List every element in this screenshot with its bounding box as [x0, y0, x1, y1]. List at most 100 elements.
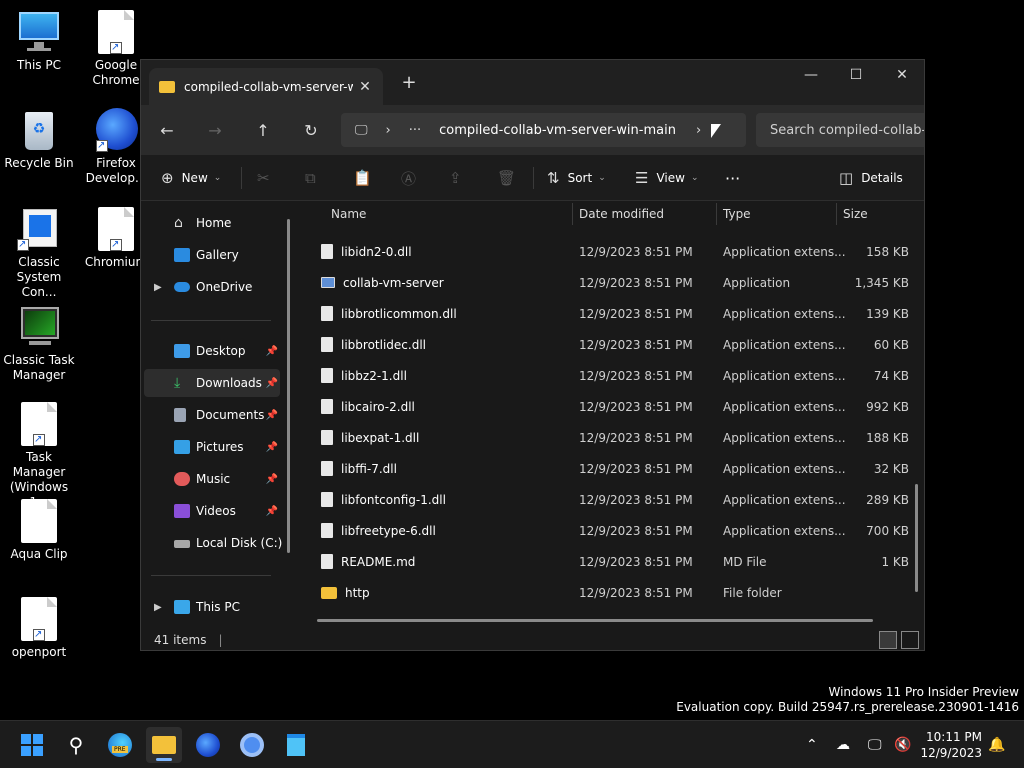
more-options-button[interactable]: ···: [725, 163, 740, 193]
sidebar-item-this-pc[interactable]: ▶ This PC: [144, 593, 280, 621]
table-row[interactable]: libfontconfig-1.dll 12/9/2023 8:51 PM Appl…: [313, 484, 913, 515]
sidebar-item-documents[interactable]: Documents 📌: [144, 401, 280, 429]
horizontal-scrollbar[interactable]: [317, 619, 873, 622]
folder-icon: [152, 736, 176, 754]
clock[interactable]: 10:11 PM 12/9/2023: [916, 729, 982, 761]
sidebar-item-label: Local Disk (C:): [196, 536, 283, 550]
taskbar-edge-beta[interactable]: PRE: [102, 727, 138, 763]
copy-icon[interactable]: ⧉: [305, 163, 316, 193]
table-row[interactable]: libffi-7.dll 12/9/2023 8:51 PM Application…: [313, 453, 913, 484]
file-name-cell: libidn2-0.dll: [321, 236, 412, 267]
address-bar[interactable]: 🖵 › ··· compiled-collab-vm-server-win-ma…: [341, 113, 746, 147]
taskbar-chromium[interactable]: [234, 727, 270, 763]
large-icons-view-toggle-icon[interactable]: [901, 631, 919, 649]
table-row[interactable]: libbrotlicommon.dll 12/9/2023 8:51 PM Appl…: [313, 298, 913, 329]
command-bar: ⊕ New ⌄ ✂ ⧉ 📋 Ⓐ ⇪ 🗑 ⇅ Sort ⌄ ☰ View ⌄ ··…: [141, 155, 924, 201]
display-icon[interactable]: 🖵: [868, 721, 882, 768]
column-divider[interactable]: [572, 203, 573, 225]
close-button[interactable]: ✕: [879, 60, 924, 90]
details-view-toggle-icon[interactable]: [879, 631, 897, 649]
table-row[interactable]: libfreetype-6.dll 12/9/2023 8:51 PM Applic…: [313, 515, 913, 546]
details-button[interactable]: ◫ Details: [839, 163, 903, 193]
chevron-right-icon[interactable]: ▶: [154, 602, 162, 613]
shortcut-arrow-icon: [33, 432, 45, 447]
taskbar-firefox[interactable]: [190, 727, 226, 763]
up-button[interactable]: ↑: [247, 115, 279, 145]
column-divider[interactable]: [836, 203, 837, 225]
table-row[interactable]: http 12/9/2023 8:51 PM File folder: [313, 577, 913, 608]
back-button[interactable]: ←: [151, 115, 183, 145]
desktop-icon-classic-task-manager[interactable]: Classic Task Manager: [0, 305, 78, 383]
table-row[interactable]: collab-vm-server 12/9/2023 8:51 PM Applica…: [313, 267, 913, 298]
sidebar-item-downloads[interactable]: ⤓ Downloads 📌: [144, 369, 280, 397]
sidebar-item-onedrive[interactable]: ▶ OneDrive: [144, 273, 280, 301]
show-hidden-icons-button[interactable]: ⌃: [806, 721, 818, 768]
sidebar-scrollbar[interactable]: [287, 219, 290, 553]
search-button[interactable]: ⚲: [58, 727, 94, 763]
taskbar-file-explorer[interactable]: [146, 727, 182, 763]
desktop-icon-recycle-bin[interactable]: ♻ Recycle Bin: [0, 108, 78, 171]
desktop-icon-this-pc[interactable]: This PC: [0, 10, 78, 73]
sidebar-item-gallery[interactable]: Gallery: [144, 241, 280, 269]
start-button[interactable]: [14, 727, 50, 763]
notification-bell-icon[interactable]: 🔔: [988, 721, 1005, 768]
sidebar-item-music[interactable]: Music 📌: [144, 465, 280, 493]
table-row[interactable]: libexpat-1.dll 12/9/2023 8:51 PM Applicati…: [313, 422, 913, 453]
table-row[interactable]: libcairo-2.dll 12/9/2023 8:51 PM Applicati…: [313, 391, 913, 422]
column-header-size[interactable]: Size: [843, 201, 868, 227]
forward-button[interactable]: →: [199, 115, 231, 145]
breadcrumb-separator-icon[interactable]: ›: [386, 123, 391, 138]
delete-icon[interactable]: 🗑: [497, 163, 516, 193]
breadcrumb-current-folder[interactable]: compiled-collab-vm-server-win-main: [439, 123, 676, 138]
tab-close-button[interactable]: ✕: [353, 79, 377, 95]
file-list-scrollbar[interactable]: [915, 484, 918, 592]
explorer-tab[interactable]: compiled-collab-vm-server-wi ✕: [149, 68, 383, 105]
sidebar-item-label: Music: [196, 472, 231, 486]
new-button[interactable]: ⊕ New ⌄: [161, 163, 221, 193]
cut-icon[interactable]: ✂: [257, 163, 270, 193]
file-icon: [17, 597, 61, 642]
gallery-icon: [174, 248, 190, 262]
file-size: 992 KB: [866, 399, 909, 414]
sort-button[interactable]: ⇅ Sort ⌄: [547, 163, 606, 193]
network-disconnected-icon[interactable]: ☁: [836, 721, 850, 768]
sidebar-item-desktop[interactable]: Desktop 📌: [144, 337, 280, 365]
refresh-button[interactable]: ↻: [295, 115, 327, 145]
column-header-date-modified[interactable]: Date modified: [579, 201, 664, 227]
breadcrumb-chevron-icon[interactable]: ›: [696, 123, 701, 138]
paste-icon[interactable]: 📋: [353, 163, 372, 193]
file-icon: [321, 492, 333, 507]
address-row: ← → ↑ ↻ 🖵 › ··· compiled-collab-vm-serve…: [141, 105, 924, 155]
desktop-icon-openport[interactable]: openport: [0, 597, 78, 660]
share-icon[interactable]: ⇪: [449, 163, 462, 193]
rename-icon[interactable]: Ⓐ: [401, 163, 416, 193]
breadcrumb-overflow-button[interactable]: ···: [409, 123, 421, 138]
column-divider[interactable]: [716, 203, 717, 225]
sidebar-item-pictures[interactable]: Pictures 📌: [144, 433, 280, 461]
search-input[interactable]: Search compiled-collab-vm-server-win-mai…: [756, 113, 924, 147]
volume-muted-icon[interactable]: 🔇: [894, 721, 911, 768]
chevron-right-icon[interactable]: ▶: [154, 282, 162, 293]
table-row[interactable]: libbz2-1.dll 12/9/2023 8:51 PM Application…: [313, 360, 913, 391]
desktop-icon-classic-system-control[interactable]: Classic System Con...: [0, 207, 78, 300]
new-tab-button[interactable]: +: [397, 72, 421, 93]
table-row[interactable]: libbrotlidec.dll 12/9/2023 8:51 PM Applica…: [313, 329, 913, 360]
sidebar-item-videos[interactable]: Videos 📌: [144, 497, 280, 525]
sidebar-item-home[interactable]: ⌂ Home: [144, 209, 280, 237]
download-icon: ⤓: [174, 375, 181, 391]
view-button[interactable]: ☰ View ⌄: [635, 163, 698, 193]
column-header-name[interactable]: Name: [331, 201, 366, 227]
file-size: 188 KB: [866, 430, 909, 445]
desktop-icon-aqua-clip[interactable]: Aqua Clip: [0, 499, 78, 562]
file-icon: [321, 399, 333, 414]
table-row[interactable]: libidn2-0.dll 12/9/2023 8:51 PM Applicatio…: [313, 236, 913, 267]
table-row[interactable]: README.md 12/9/2023 8:51 PM MD File 1 KB: [313, 546, 913, 577]
minimize-button[interactable]: —: [788, 60, 834, 90]
desktop-icon-task-manager[interactable]: Task Manager (Windows 1...: [0, 402, 78, 510]
column-header-type[interactable]: Type: [723, 201, 751, 227]
maximize-button[interactable]: ☐: [833, 60, 879, 90]
sidebar-item-local-disk[interactable]: Local Disk (C:): [144, 529, 283, 557]
taskbar-notepad[interactable]: [278, 727, 314, 763]
file-type: Application extens...: [723, 492, 846, 507]
chevron-down-icon: ⌄: [690, 173, 699, 183]
